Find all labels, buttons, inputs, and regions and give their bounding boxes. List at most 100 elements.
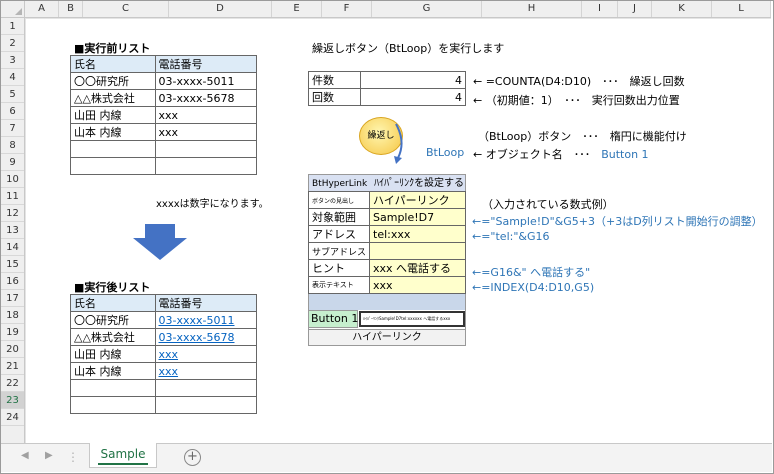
row-header-24[interactable]: 24	[1, 409, 24, 426]
row-header-23[interactable]: 23	[1, 392, 24, 409]
row-header-12[interactable]: 12	[1, 205, 24, 222]
formula-2: ←="tel:"&G16	[472, 230, 550, 243]
column-header-J[interactable]: J	[618, 1, 652, 17]
config-title-1: BtHyperLink	[312, 179, 368, 189]
cell-name	[70, 379, 156, 397]
formula-4: ←=INDEX(D4:D10,G5)	[472, 281, 595, 294]
row-header-3[interactable]: 3	[1, 52, 24, 69]
param-label: 表示テキスト	[307, 276, 371, 294]
row-header-2[interactable]: 2	[1, 35, 24, 52]
row-header-9[interactable]: 9	[1, 154, 24, 171]
row-header-19[interactable]: 19	[1, 324, 24, 341]
param-value[interactable]	[369, 242, 466, 260]
row-header-7[interactable]: 7	[1, 120, 24, 137]
param-value[interactable]: tel:xxx	[369, 225, 466, 243]
config-spacer	[309, 294, 465, 310]
row-header-18[interactable]: 18	[1, 307, 24, 324]
object-name-note: ← オブジェクト名 ･･･ Button 1	[473, 148, 649, 161]
cell-name: 山田 内線	[70, 345, 156, 363]
column-header-K[interactable]: K	[652, 1, 712, 17]
column-header-F[interactable]: F	[322, 1, 372, 17]
count-table: 件数 4 回数 4	[308, 71, 467, 106]
row-header-10[interactable]: 10	[1, 171, 24, 188]
prev-sheet-icon[interactable]: ◀	[21, 450, 29, 461]
phone-hyperlink[interactable]: xxx	[154, 362, 258, 380]
cell-phone	[154, 396, 258, 414]
loop-caption: BtLoop	[426, 146, 465, 159]
row-header-6[interactable]: 6	[1, 103, 24, 120]
column-header-G[interactable]: G	[372, 1, 482, 17]
row-header-16[interactable]: 16	[1, 273, 24, 290]
phone-hyperlink[interactable]: 03-xxxx-5011	[154, 311, 258, 329]
row-headers: 1 2 3 4 5 6 7 8 9 10 11 12 13 14 15 16 17 18 19 20 21 22 23 24	[1, 18, 25, 443]
column-header-D[interactable]: D	[169, 1, 272, 17]
header-phone: 電話番号	[154, 55, 258, 73]
count-label: 件数	[308, 71, 361, 89]
config-title-2: ﾊｲﾊﾟｰﾘﾝｸを設定する	[374, 178, 465, 189]
column-header-A[interactable]: A	[25, 1, 59, 17]
cell-name: △△株式会社	[70, 89, 156, 107]
column-headers: ABCDEFGHIJKL	[25, 1, 771, 18]
phone-hyperlink[interactable]: 03-xxxx-5678	[154, 328, 258, 346]
row-header-8[interactable]: 8	[1, 137, 24, 154]
formula-title: （入力されている数式例）	[482, 198, 614, 211]
param-value[interactable]: ハイパーリンク	[369, 191, 466, 209]
times-label: 回数	[308, 88, 361, 106]
row-header-20[interactable]: 20	[1, 341, 24, 358]
cell-phone	[154, 379, 258, 397]
row-header-13[interactable]: 13	[1, 222, 24, 239]
header-name: 氏名	[70, 55, 156, 73]
row-header-11[interactable]: 11	[1, 188, 24, 205]
cell-phone: xxx	[154, 106, 258, 124]
formula-3: ←=G16&" へ電話する"	[472, 266, 591, 279]
column-header-C[interactable]: C	[83, 1, 169, 17]
column-header-E[interactable]: E	[272, 1, 322, 17]
loop-desc: （BtLoop）ボタン ･･･ 楕円に機能付け	[478, 130, 687, 143]
cell-phone	[154, 157, 258, 175]
param-value[interactable]: xxx へ電話する	[369, 259, 466, 277]
column-header-B[interactable]: B	[59, 1, 83, 17]
row-header-17[interactable]: 17	[1, 290, 24, 307]
param-label: サブアドレス	[307, 242, 371, 260]
row-header-4[interactable]: 4	[1, 69, 24, 86]
row-header-1[interactable]: 1	[1, 18, 24, 35]
phone-hyperlink[interactable]: xxx	[154, 345, 258, 363]
row-header-22[interactable]: 22	[1, 375, 24, 392]
row-header-14[interactable]: 14	[1, 239, 24, 256]
column-header-L[interactable]: L	[712, 1, 771, 17]
param-label: アドレス	[307, 225, 371, 243]
header-name: 氏名	[70, 294, 156, 312]
param-value[interactable]: Sample!D7	[369, 208, 466, 226]
add-sheet-icon[interactable]: +	[184, 449, 201, 466]
row-header-5[interactable]: 5	[1, 86, 24, 103]
cell-phone: 03-xxxx-5011	[154, 72, 258, 90]
hyperlink-button[interactable]: ﾊｲﾊﾟｰﾘﾝｸSample!D7tel:xxxxxx へ電話するxxx	[359, 311, 465, 327]
more-sheets-icon[interactable]: ⋮	[67, 450, 79, 464]
cell-name	[70, 157, 156, 175]
count-value: 4	[359, 71, 467, 89]
sheet-tab-sample[interactable]: Sample	[89, 443, 157, 468]
cell-name: 山田 内線	[70, 106, 156, 124]
header-instruction: 繰返しボタン（BtLoop）を実行します	[312, 42, 505, 55]
button1-label: Button 1	[308, 310, 358, 328]
select-all-corner[interactable]	[1, 1, 25, 18]
curved-arrow-icon	[394, 123, 403, 164]
down-arrow-icon	[133, 224, 187, 260]
column-header-I[interactable]: I	[582, 1, 618, 17]
row-header-21[interactable]: 21	[1, 358, 24, 375]
cell-phone: 03-xxxx-5678	[154, 89, 258, 107]
cell-name	[70, 396, 156, 414]
times-note: ← （初期値：1） ･･･ 実行回数出力位置	[473, 94, 680, 107]
param-value[interactable]: xxx	[369, 276, 466, 294]
param-label: ヒント	[307, 259, 371, 277]
row-header-15[interactable]: 15	[1, 256, 24, 273]
cell-phone	[154, 140, 258, 158]
note-text: xxxxは数字になります。	[156, 199, 269, 210]
column-header-H[interactable]: H	[482, 1, 582, 17]
next-sheet-icon[interactable]: ▶	[45, 450, 53, 461]
cell-name	[70, 140, 156, 158]
formula-1: ←="Sample!D"&G5+3（+3はD列リスト開始行の調整）	[472, 215, 763, 228]
header-phone: 電話番号	[154, 294, 258, 312]
cell-name: 山本 内線	[70, 123, 156, 141]
times-value: 4	[359, 88, 467, 106]
